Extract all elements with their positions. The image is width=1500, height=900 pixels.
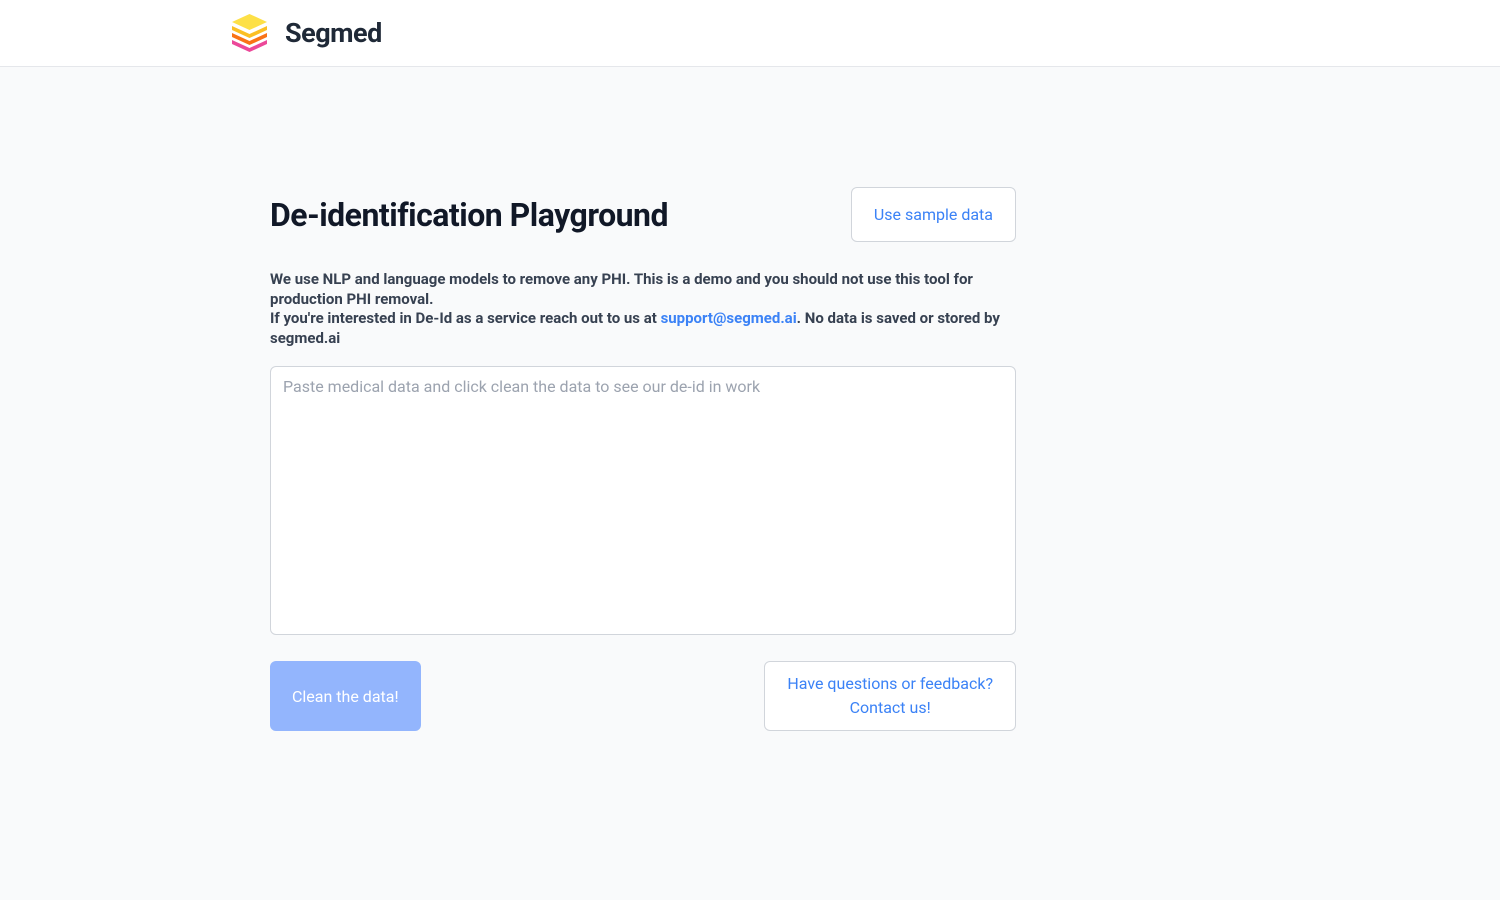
description-text: We use NLP and language models to remove… bbox=[270, 270, 1016, 348]
use-sample-data-button[interactable]: Use sample data bbox=[851, 187, 1016, 242]
clean-data-button[interactable]: Clean the data! bbox=[270, 661, 421, 731]
logo[interactable]: Segmed bbox=[228, 14, 382, 52]
logo-icon bbox=[228, 14, 271, 52]
header-bar: Segmed bbox=[0, 0, 1500, 67]
main-content: De-identification Playground Use sample … bbox=[270, 67, 1016, 731]
contact-us-button[interactable]: Have questions or feedback? Contact us! bbox=[764, 661, 1016, 731]
page-title: De-identification Playground bbox=[270, 196, 668, 234]
description-line1: We use NLP and language models to remove… bbox=[270, 270, 973, 308]
contact-button-line2: Contact us! bbox=[850, 698, 931, 717]
contact-button-line1: Have questions or feedback? bbox=[787, 674, 993, 693]
header-inner: Segmed bbox=[110, 14, 1390, 52]
support-email-link[interactable]: support@segmed.ai bbox=[661, 309, 797, 327]
logo-text: Segmed bbox=[285, 17, 382, 49]
medical-data-input[interactable] bbox=[270, 366, 1016, 635]
button-row: Clean the data! Have questions or feedba… bbox=[270, 661, 1016, 731]
description-line2-prefix: If you're interested in De-Id as a servi… bbox=[270, 309, 661, 327]
title-row: De-identification Playground Use sample … bbox=[270, 187, 1016, 242]
